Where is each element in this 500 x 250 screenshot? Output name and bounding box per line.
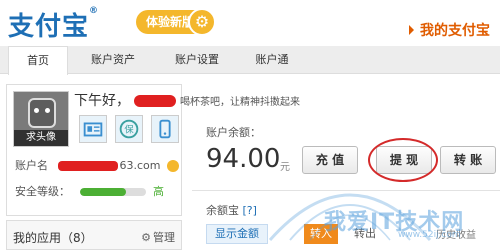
avatar-label: 求头像: [14, 130, 68, 146]
my-apps-panel: 我的应用（8） ⚙ 管理: [6, 220, 182, 250]
security-level-value: 高: [153, 185, 164, 198]
security-progress-fill: [79, 188, 126, 196]
phone-icon[interactable]: [151, 115, 179, 143]
my-apps-title: 我的应用（8）: [13, 231, 93, 245]
greeting-prefix: 下午好，: [74, 93, 130, 109]
greeting: 下午好， 喝杯茶吧，让精神抖擞起来: [74, 90, 300, 110]
robot-avatar-icon: [28, 98, 56, 128]
show-amount-button[interactable]: 显示金额: [206, 224, 268, 244]
gear-icon: ⚙: [188, 8, 216, 36]
main-nav: 首页 账户资产 账户设置 账户通: [0, 46, 500, 75]
nav-tab-account-assets[interactable]: 账户资产: [76, 46, 150, 74]
logo-registered-mark: ®: [89, 6, 100, 16]
balance-label: 账户余额：: [206, 126, 261, 139]
security-level-label: 安全等级：: [15, 185, 70, 198]
account-name-suffix: 63.com: [119, 159, 161, 172]
greeting-suffix: 喝杯茶吧，让精神抖擞起来: [180, 97, 300, 108]
shield-icon[interactable]: 保: [115, 115, 143, 143]
yuebao-help-link[interactable]: [?]: [243, 204, 257, 217]
avatar[interactable]: 求头像: [13, 91, 69, 147]
arrow-right-icon: [409, 25, 414, 35]
watermark-url: www.52ij.com: [398, 230, 461, 240]
id-card-icon[interactable]: [79, 115, 107, 143]
nav-tab-account-settings[interactable]: 账户设置: [160, 46, 234, 74]
account-name-label: 账户名: [15, 159, 48, 172]
transfer-button[interactable]: 转 账: [440, 146, 496, 174]
smiley-icon[interactable]: [167, 160, 179, 172]
yuebao-label-row: 余额宝 [?]: [206, 202, 257, 218]
my-alipay-label: 我的支付宝: [420, 23, 490, 39]
trial-badge-label: 体验新版: [146, 15, 195, 29]
nav-tab-home[interactable]: 首页: [8, 46, 68, 75]
header: 支付宝® 体验新版 ⚙ 我的支付宝: [0, 0, 500, 46]
yuebao-label: 余额宝: [206, 204, 239, 217]
gear-icon: ⚙: [141, 231, 151, 244]
redacted-user-name: [134, 95, 176, 107]
security-level-row: 安全等级： 高: [15, 183, 164, 199]
manage-apps-link[interactable]: ⚙ 管理: [141, 229, 175, 245]
redacted-account-name: [57, 161, 118, 171]
svg-text:保: 保: [124, 124, 134, 136]
manage-label: 管理: [153, 231, 175, 244]
alipay-logo[interactable]: 支付宝®: [8, 6, 99, 43]
try-new-version-button[interactable]: 体验新版 ⚙: [136, 8, 216, 36]
account-name-row: 账户名 63.com: [15, 157, 179, 173]
security-progress-bar: [79, 188, 146, 196]
logo-text: 支付宝: [8, 12, 90, 42]
my-alipay-link[interactable]: 我的支付宝: [409, 20, 490, 40]
nav-tab-account-connect[interactable]: 账户通: [240, 46, 304, 74]
